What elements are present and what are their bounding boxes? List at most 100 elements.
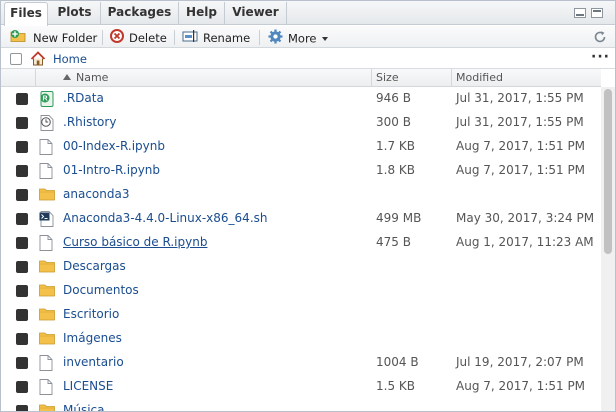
tab-plots[interactable]: Plots — [49, 2, 101, 25]
file-modified: Aug 7, 2017, 1:51 PM — [456, 379, 586, 393]
minimize-pane-button[interactable] — [574, 8, 586, 18]
row-checkbox[interactable] — [16, 405, 28, 411]
folder-icon — [39, 403, 55, 411]
folder-icon — [39, 283, 55, 299]
column-header-size[interactable]: Size — [376, 71, 399, 84]
file-row[interactable]: Imágenes — [1, 327, 601, 351]
file-size: 300 B — [376, 115, 411, 129]
column-header-name[interactable]: Name — [63, 71, 108, 84]
file-row[interactable]: inventario 1004 B Jul 19, 2017, 2:07 PM — [1, 351, 601, 375]
row-checkbox[interactable] — [16, 285, 28, 297]
file-modified: Jul 31, 2017, 1:55 PM — [456, 91, 584, 105]
new-folder-button[interactable]: New Folder — [10, 29, 97, 46]
scrollbar-thumb[interactable] — [604, 89, 612, 254]
row-checkbox[interactable] — [16, 93, 28, 105]
toolbar-separator — [174, 30, 175, 45]
row-checkbox[interactable] — [16, 189, 28, 201]
file-name-link[interactable]: 00-Index-R.ipynb — [63, 139, 165, 153]
tab-packages[interactable]: Packages — [101, 2, 179, 25]
home-icon[interactable] — [30, 51, 46, 69]
file-name-link[interactable]: anaconda3 — [63, 187, 129, 201]
column-header-modified[interactable]: Modified — [456, 71, 503, 84]
file-name-link[interactable]: Anaconda3-4.4.0-Linux-x86_64.sh — [63, 211, 268, 225]
file-name-link[interactable]: 01-Intro-R.ipynb — [63, 163, 160, 177]
delete-icon — [110, 29, 124, 48]
file-name-link[interactable]: Descargas — [63, 259, 126, 273]
file-size: 1.8 KB — [376, 163, 415, 177]
file-row[interactable]: Documentos — [1, 279, 601, 303]
tab-viewer[interactable]: Viewer — [225, 2, 287, 25]
column-divider — [451, 69, 452, 86]
rdata-icon: R — [39, 91, 55, 107]
file-name-link[interactable]: .Rhistory — [63, 115, 116, 129]
file-row[interactable]: LICENSE 1.5 KB Aug 7, 2017, 1:51 PM — [1, 375, 601, 399]
toolbar: New Folder Delete Rename More — [1, 26, 615, 48]
file-row[interactable]: Escritorio — [1, 303, 601, 327]
refresh-button[interactable] — [593, 30, 607, 44]
row-checkbox[interactable] — [16, 333, 28, 345]
breadcrumb: Home ··· — [1, 49, 615, 69]
file-name-link[interactable]: Curso básico de R.ipynb — [63, 235, 207, 249]
file-row[interactable]: anaconda3 — [1, 183, 601, 207]
file-row[interactable]: Anaconda3-4.4.0-Linux-x86_64.sh 499 MB May… — [1, 207, 601, 231]
row-checkbox[interactable] — [16, 381, 28, 393]
file-row[interactable]: .Rhistory 300 B Jul 31, 2017, 1:55 PM — [1, 111, 601, 135]
file-name-link[interactable]: Documentos — [63, 283, 139, 297]
row-checkbox[interactable] — [16, 141, 28, 153]
file-name-link[interactable]: Música — [63, 403, 105, 411]
file-row[interactable]: Curso básico de R.ipynb 475 B Aug 1, 2017,… — [1, 231, 601, 255]
tab-files[interactable]: Files — [4, 2, 48, 26]
file-row[interactable]: Música — [1, 399, 601, 411]
shell-script-icon — [39, 211, 55, 227]
file-icon — [39, 235, 55, 251]
column-header-name-label: Name — [76, 71, 109, 84]
folder-icon — [39, 259, 55, 275]
tab-bar: Files Plots Packages Help Viewer — [1, 1, 615, 26]
chevron-down-icon — [321, 37, 328, 41]
row-checkbox[interactable] — [16, 213, 28, 225]
file-size: 499 MB — [376, 211, 422, 225]
row-checkbox[interactable] — [16, 357, 28, 369]
file-modified: Aug 7, 2017, 1:51 PM — [456, 163, 586, 177]
file-list-header: Name Size Modified — [1, 69, 601, 87]
file-name-link[interactable]: LICENSE — [63, 379, 113, 393]
file-row[interactable]: R .RData 946 B Jul 31, 2017, 1:55 PM — [1, 87, 601, 111]
delete-button[interactable]: Delete — [110, 29, 167, 46]
svg-text:R: R — [42, 96, 47, 103]
history-icon — [39, 115, 55, 131]
breadcrumb-home[interactable]: Home — [53, 52, 87, 66]
toolbar-separator — [102, 30, 103, 45]
row-checkbox[interactable] — [16, 117, 28, 129]
file-row[interactable]: 01-Intro-R.ipynb 1.8 KB Aug 7, 2017, 1:51 … — [1, 159, 601, 183]
row-checkbox[interactable] — [16, 165, 28, 177]
new-folder-icon — [10, 29, 28, 48]
row-checkbox[interactable] — [16, 237, 28, 249]
column-divider — [371, 69, 372, 86]
file-icon — [39, 355, 55, 371]
row-checkbox[interactable] — [16, 261, 28, 273]
file-icon — [39, 139, 55, 155]
more-options-icon[interactable]: ··· — [591, 49, 610, 65]
file-name-link[interactable]: Imágenes — [63, 331, 122, 345]
rename-button[interactable]: Rename — [182, 29, 250, 46]
maximize-pane-button[interactable] — [591, 8, 603, 18]
file-name-link[interactable]: inventario — [63, 355, 124, 369]
file-modified: Aug 7, 2017, 1:51 PM — [456, 139, 586, 153]
column-divider — [35, 69, 36, 86]
file-name-link[interactable]: .RData — [63, 91, 104, 105]
refresh-icon — [594, 31, 606, 43]
new-folder-label: New Folder — [33, 31, 98, 45]
more-menu-button[interactable]: More — [268, 29, 328, 46]
select-all-checkbox[interactable] — [10, 53, 22, 65]
toolbar-separator — [259, 30, 260, 45]
file-modified: Aug 1, 2017, 11:23 AM — [456, 235, 594, 249]
tab-help[interactable]: Help — [179, 2, 225, 25]
gear-icon — [268, 29, 283, 49]
scrollbar[interactable] — [601, 87, 615, 411]
file-name-link[interactable]: Escritorio — [63, 307, 119, 321]
row-checkbox[interactable] — [16, 309, 28, 321]
file-row[interactable]: 00-Index-R.ipynb 1.7 KB Aug 7, 2017, 1:51 … — [1, 135, 601, 159]
files-pane: Files Plots Packages Help Viewer New Fol… — [0, 0, 616, 412]
file-row[interactable]: Descargas — [1, 255, 601, 279]
file-list: R .RData 946 B Jul 31, 2017, 1:55 PM .Rhisto… — [1, 87, 601, 411]
